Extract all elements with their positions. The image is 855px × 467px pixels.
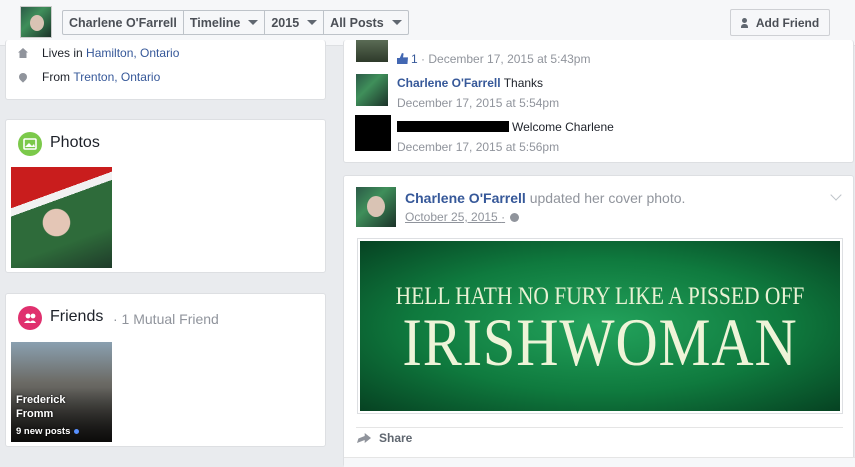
comment-author-link[interactable]: Charlene O'Farrell [397, 76, 501, 90]
friends-card: Friends · 1 Mutual Friend Frederick From… [5, 293, 326, 447]
post-divider [356, 427, 843, 428]
share-icon [357, 433, 371, 443]
mutual-friends-count[interactable]: · 1 Mutual Friend [113, 311, 219, 327]
comment-1-meta: 1 · December 17, 2015 at 5:43pm [397, 52, 590, 66]
commenter-avatar[interactable] [356, 40, 388, 62]
chevron-down-icon [307, 20, 318, 25]
post-header: Charlene O'Farrell updated her cover pho… [405, 190, 685, 206]
year-dropdown[interactable]: 2015 [265, 11, 325, 34]
comment-2-text: Charlene O'Farrell Thanks [397, 76, 544, 90]
friend-tile[interactable]: Frederick Fromm 9 new posts [11, 342, 112, 442]
timeline-breadcrumb: Charlene O'Farrell Timeline 2015 All Pos… [62, 10, 409, 35]
cover-text-line2: IRISHWOMAN [402, 304, 798, 380]
location-pin-icon [17, 71, 29, 83]
comment-2-meta[interactable]: December 17, 2015 at 5:54pm [397, 96, 559, 110]
new-posts-dot-icon [74, 429, 80, 434]
photo-thumbnail[interactable] [11, 167, 112, 268]
from-link[interactable]: Trenton, Ontario [73, 70, 160, 84]
section-dropdown[interactable]: Timeline [184, 11, 266, 34]
profile-avatar[interactable] [20, 6, 52, 38]
add-friend-label: Add Friend [755, 15, 820, 30]
redacted-name [397, 121, 509, 132]
cover-photo-image: HELL HATH NO FURY LIKE A PISSED OFF IRIS… [360, 241, 840, 411]
home-icon [18, 48, 28, 58]
friend-name[interactable]: Frederick Fromm [16, 393, 86, 421]
from-row: From Trenton, Ontario [17, 70, 160, 84]
cover-photo[interactable]: HELL HATH NO FURY LIKE A PISSED OFF IRIS… [357, 238, 843, 414]
friends-icon [18, 306, 42, 330]
friends-title[interactable]: Friends [50, 308, 103, 326]
photos-title[interactable]: Photos [50, 134, 100, 152]
globe-icon[interactable] [510, 213, 519, 222]
post-action-text: updated her cover photo. [529, 190, 686, 206]
comment-3-meta[interactable]: December 17, 2015 at 5:56pm [397, 140, 559, 154]
share-button[interactable]: Share [357, 431, 412, 445]
photos-icon [18, 132, 42, 156]
add-friend-button[interactable]: Add Friend [730, 9, 830, 36]
intro-card: Lives in Hamilton, Ontario From Trenton,… [5, 40, 326, 100]
add-friend-icon [740, 17, 751, 28]
post-footer [344, 457, 855, 467]
like-icon[interactable] [397, 53, 408, 64]
comment-3-text: Welcome Charlene [397, 120, 614, 134]
chevron-down-icon[interactable] [830, 189, 842, 201]
chevron-down-icon [248, 20, 259, 25]
friend-new-posts: 9 new posts [16, 426, 80, 437]
post-author-avatar[interactable] [356, 187, 396, 227]
cover-photo-post: Charlene O'Farrell updated her cover pho… [343, 175, 855, 467]
post-author-link[interactable]: Charlene O'Farrell [405, 190, 526, 206]
photos-card: Photos [5, 119, 326, 273]
filter-dropdown[interactable]: All Posts [324, 11, 408, 34]
post-date-link[interactable]: October 25, 2015 · [405, 210, 505, 224]
lives-in-link[interactable]: Hamilton, Ontario [86, 46, 179, 60]
lives-in-row: Lives in Hamilton, Ontario [18, 46, 179, 60]
commenter-avatar[interactable] [356, 74, 388, 106]
chevron-down-icon [391, 20, 402, 25]
comments-card: 1 · December 17, 2015 at 5:43pm Charlene… [343, 40, 854, 163]
redacted-commenter-avatar[interactable] [355, 115, 391, 151]
profile-name-link[interactable]: Charlene O'Farrell [63, 11, 184, 34]
